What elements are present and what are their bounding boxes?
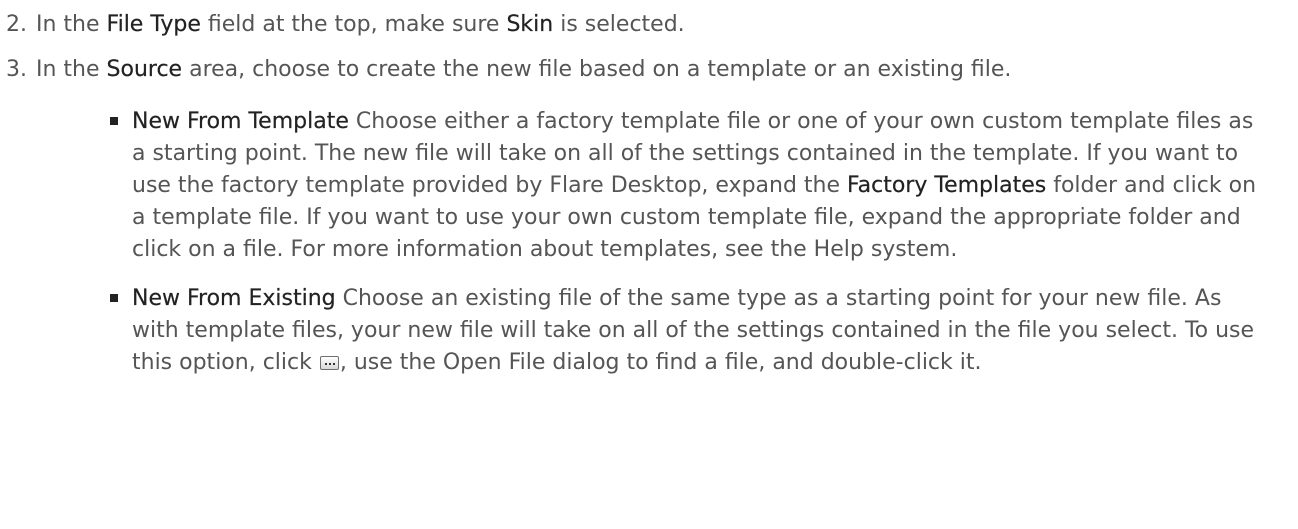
skin-term: Skin [506, 12, 554, 37]
step-number: 2. [6, 12, 27, 37]
step-2: 2. In the File Type field at the top, mak… [6, 9, 1292, 41]
step-text: In the [36, 12, 107, 37]
new-from-existing-term: New From Existing [132, 286, 336, 311]
document-page: 2. In the File Type field at the top, mak… [0, 0, 1298, 529]
factory-templates-term: Factory Templates [847, 173, 1047, 198]
bullet-square-icon [110, 294, 118, 302]
step-number: 3. [6, 57, 27, 82]
step-3: 3. In the Source area, choose to create t… [6, 54, 1292, 86]
list-item-new-from-existing: New From Existing Choose an existing fil… [105, 283, 1268, 379]
step-text: area, choose to create the new file base… [182, 57, 1012, 82]
browse-ellipsis-button-icon [319, 356, 339, 370]
new-from-template-term: New From Template [132, 109, 349, 134]
source-options-list: New From Template Choose either a factor… [105, 106, 1268, 379]
source-term: Source [106, 57, 183, 82]
list-item-new-from-template: New From Template Choose either a factor… [105, 106, 1268, 266]
bullet-square-icon [110, 117, 118, 125]
step-text: is selected. [553, 12, 685, 37]
bullet-text: , use the Open File dialog to find a fil… [339, 350, 982, 375]
file-type-term: File Type [106, 12, 201, 37]
step-text: field at the top, make sure [200, 12, 507, 37]
step-text: In the [36, 57, 107, 82]
